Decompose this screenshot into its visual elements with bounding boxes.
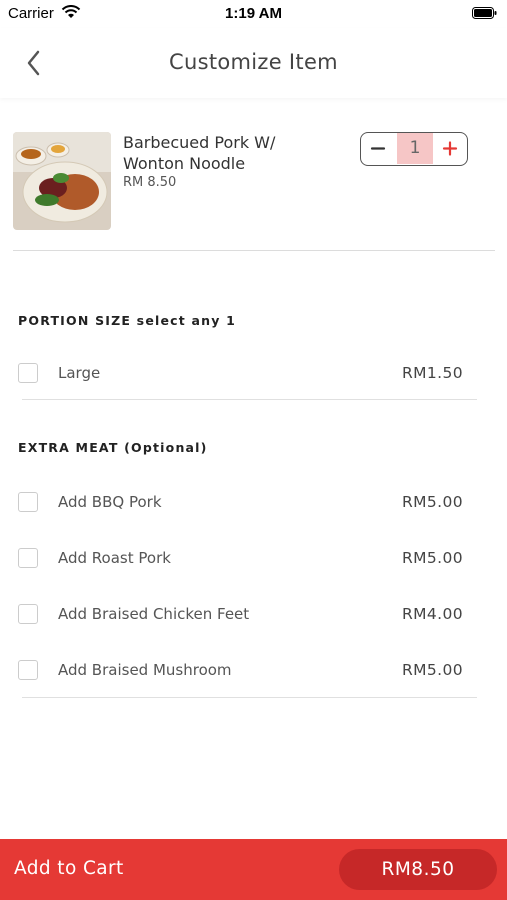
option-price: RM5.00: [401, 549, 463, 567]
option-label: Large: [58, 364, 101, 382]
extra-meat-heading: EXTRA MEAT (Optional): [18, 440, 208, 455]
item-price: RM 8.50: [123, 175, 177, 190]
item-name: Barbecued Pork W/ Wonton Noodle: [123, 133, 276, 173]
add-to-cart-bar[interactable]: Add to Cart RM8.50: [0, 839, 507, 900]
option-label: Add Braised Mushroom: [58, 661, 232, 679]
quantity-value[interactable]: 1: [397, 133, 433, 164]
checkbox-icon[interactable]: [18, 660, 38, 680]
option-price: RM1.50: [401, 364, 463, 382]
quantity-stepper: 1: [360, 132, 468, 166]
option-label: Add BBQ Pork: [58, 493, 162, 511]
status-bar: Carrier 1:19 AM: [0, 0, 507, 28]
item-photo: [13, 132, 111, 230]
option-large[interactable]: Large RM1.50: [18, 363, 478, 403]
divider: [22, 697, 477, 698]
option-price: RM4.00: [401, 605, 463, 623]
checkbox-icon[interactable]: [18, 604, 38, 624]
option-price: RM5.00: [401, 661, 463, 679]
divider: [22, 399, 477, 400]
plus-icon[interactable]: [433, 133, 467, 164]
option-add-braised-mushroom[interactable]: Add Braised Mushroom RM5.00: [18, 660, 478, 700]
option-add-bbq-pork[interactable]: Add BBQ Pork RM5.00: [18, 492, 478, 532]
battery-icon: [472, 7, 497, 19]
checkbox-icon[interactable]: [18, 548, 38, 568]
nav-bar: Customize Item: [0, 28, 507, 98]
page-title: Customize Item: [169, 50, 338, 74]
option-label: Add Braised Chicken Feet: [58, 605, 250, 623]
item-card: Barbecued Pork W/ Wonton Noodle RM 8.50 …: [13, 132, 495, 251]
status-time: 1:19 AM: [225, 5, 282, 22]
option-add-roast-pork[interactable]: Add Roast Pork RM5.00: [18, 548, 478, 588]
checkbox-icon[interactable]: [18, 492, 38, 512]
option-label: Add Roast Pork: [58, 549, 171, 567]
option-add-braised-chicken-feet[interactable]: Add Braised Chicken Feet RM4.00: [18, 604, 478, 644]
minus-icon[interactable]: [361, 133, 395, 164]
cart-total-pill[interactable]: RM8.50: [339, 849, 497, 890]
option-price: RM5.00: [401, 493, 463, 511]
checkbox-icon[interactable]: [18, 363, 38, 383]
portion-size-heading: PORTION SIZE select any 1: [18, 313, 237, 328]
add-to-cart-button[interactable]: Add to Cart: [14, 858, 124, 879]
